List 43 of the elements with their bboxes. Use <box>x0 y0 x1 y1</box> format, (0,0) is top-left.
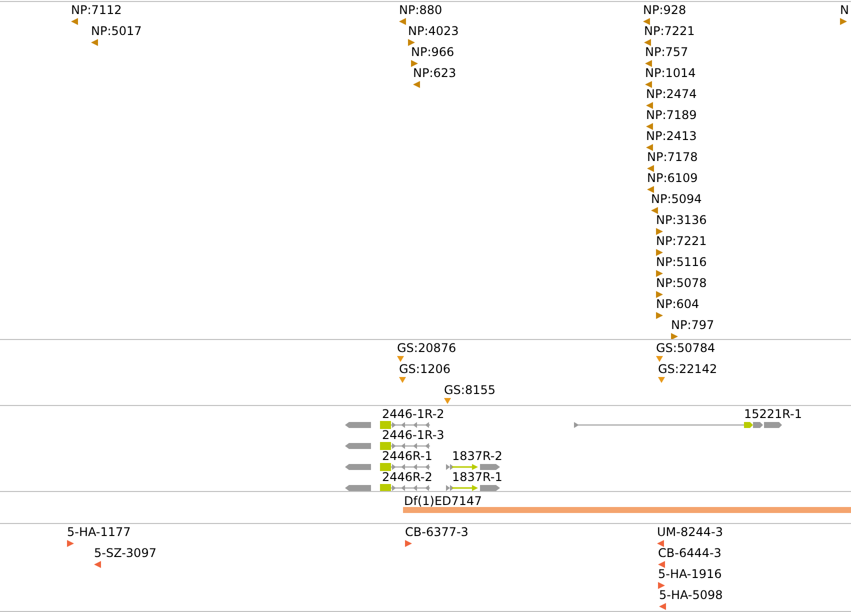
gene-label: 2446-1R-3 <box>382 428 444 442</box>
feature-label: NP:7189 <box>646 108 697 122</box>
feature-label: GS:8155 <box>444 383 496 397</box>
gene-label: 1837R-2 <box>452 449 502 463</box>
feature-label: NP:2413 <box>646 129 697 143</box>
feature-label: GS:1206 <box>399 362 450 376</box>
feature-label: NP:6109 <box>647 171 698 185</box>
feature-label: NP:604 <box>656 297 700 311</box>
feature-label: GS:50784 <box>656 341 716 355</box>
feature-label: NP:5078 <box>656 276 707 290</box>
feature-label: NP:928 <box>643 3 686 17</box>
feature-label: NP:797 <box>671 318 714 332</box>
feature-label: NP:757 <box>645 45 688 59</box>
feature-label: NP:7221 <box>644 24 695 38</box>
gene-label: 2446R-2 <box>382 470 432 484</box>
feature-label: NP:623 <box>413 66 456 80</box>
feature-label: 5-HA-1916 <box>658 567 722 581</box>
feature-label: NP:966 <box>411 45 454 59</box>
feature-label: NP:7178 <box>647 150 698 164</box>
feature-label: GS:20876 <box>397 341 456 355</box>
feature-label: UM-8244-3 <box>657 525 723 539</box>
feature-label: 5-SZ-3097 <box>94 546 156 560</box>
feature-label: 5-HA-5098 <box>659 588 723 602</box>
feature-label: NP:4023 <box>408 24 459 38</box>
feature-label: NP:880 <box>399 3 442 17</box>
gene-label: 2446R-1 <box>382 449 432 463</box>
feature-label: NP:7221 <box>656 234 707 248</box>
feature-label: NP:1014 <box>645 66 696 80</box>
feature-label: NP:5017 <box>91 24 142 38</box>
feature-label: NP:5116 <box>656 255 707 269</box>
feature-label: GS:22142 <box>658 362 718 376</box>
feature-label: 5-HA-1177 <box>67 525 131 539</box>
feature-label: CB-6444-3 <box>658 546 722 560</box>
feature-label: CB-6377-3 <box>405 525 468 539</box>
gene-label: 15221R-1 <box>744 407 802 421</box>
feature-label: NP:7112 <box>71 3 122 17</box>
feature-label: N <box>840 3 849 17</box>
gene-label: 1837R-1 <box>452 470 502 484</box>
feature-label: NP:2474 <box>646 87 697 101</box>
feature-label: NP:5094 <box>651 192 702 206</box>
gene-label: 2446-1R-2 <box>382 407 444 421</box>
feature-label: NP:3136 <box>656 213 707 227</box>
deficiency-label: Df(1)ED7147 <box>404 494 482 508</box>
